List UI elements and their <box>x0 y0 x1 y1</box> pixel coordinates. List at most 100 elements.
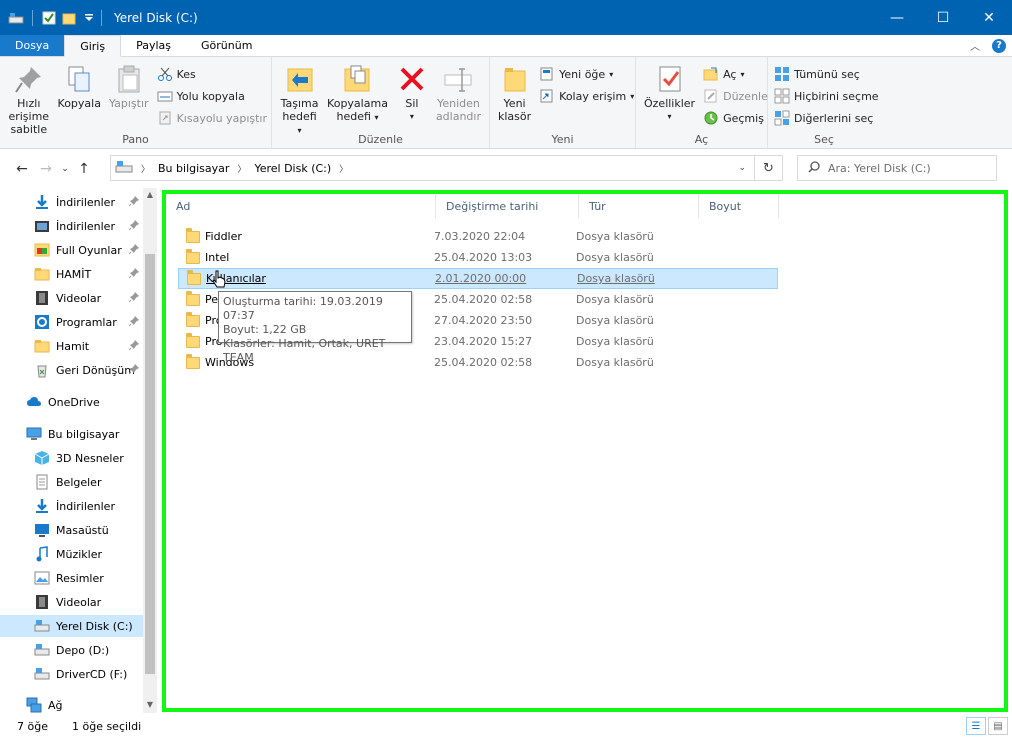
nav-item[interactable]: Müzikler <box>0 543 143 565</box>
delete-x-icon <box>396 63 428 95</box>
address-dropdown-icon[interactable]: ⌄ <box>738 163 746 173</box>
nav-item[interactable]: İndirilenler <box>0 495 143 517</box>
paste-shortcut-icon <box>157 110 173 126</box>
edit-label: Düzenle <box>723 89 768 103</box>
refresh-button[interactable]: ↻ <box>755 155 783 181</box>
tab-view[interactable]: Görünüm <box>186 35 267 56</box>
file-date: 23.04.2020 15:27 <box>434 335 533 348</box>
minimize-button[interactable]: — <box>874 0 920 35</box>
close-button[interactable]: ✕ <box>966 0 1012 35</box>
nav-item[interactable]: Masaüstü <box>0 519 143 541</box>
select-all-button[interactable]: Tümünü seç <box>774 65 879 83</box>
nav-item[interactable]: Ağ <box>0 694 143 713</box>
file-date: 25.04.2020 02:58 <box>434 293 533 306</box>
file-type: Dosya klasörü <box>577 272 655 285</box>
edit-button[interactable]: Düzenle <box>703 87 768 105</box>
folder-icon <box>186 227 200 243</box>
nav-item[interactable]: İndirilenler <box>0 215 143 237</box>
scroll-up-icon[interactable]: ▲ <box>143 190 157 199</box>
tab-share[interactable]: Paylaş <box>121 35 186 56</box>
properties-check-icon[interactable] <box>41 10 57 26</box>
breadcrumb-chevron-icon[interactable]: 〉 <box>237 162 246 175</box>
nav-item[interactable]: Resimler <box>0 567 143 589</box>
nav-item-label: İndirilenler <box>56 195 115 209</box>
nav-item-label: Bu bilgisayar <box>48 427 120 441</box>
maximize-button[interactable]: ☐ <box>920 0 966 35</box>
open-button[interactable]: Aç ▾ <box>703 65 768 83</box>
column-header-type[interactable]: Tür <box>579 194 699 218</box>
column-header-name[interactable]: Ad <box>166 194 436 218</box>
cut-button[interactable]: Kes <box>157 65 267 83</box>
search-placeholder: Ara: Yerel Disk (C:) <box>828 161 931 175</box>
file-date: 7.03.2020 22:04 <box>434 230 526 243</box>
help-icon[interactable]: ? <box>992 38 1006 53</box>
column-header-date[interactable]: Değiştirme tarihi <box>436 194 579 218</box>
details-view-icon[interactable]: ☰ <box>966 717 986 735</box>
copy-icon <box>63 63 95 95</box>
easy-access-button[interactable]: Kolay erişim ▾ <box>539 87 634 105</box>
nav-item-label: 3D Nesneler <box>56 451 124 465</box>
nav-item[interactable]: Geri Dönüşüm <box>0 359 143 381</box>
address-bar[interactable]: 〉 Bu bilgisayar 〉 Yerel Disk (C:) 〉 ⌄ <box>110 155 755 181</box>
tab-file[interactable]: Dosya <box>0 35 65 56</box>
pin-icon <box>128 195 139 209</box>
nav-item[interactable]: Belgeler <box>0 471 143 493</box>
nav-item[interactable]: Depo (D:) <box>0 639 143 661</box>
file-list-pane[interactable]: Ad Değiştirme tarihi Tür Boyut Fiddler 7.… <box>162 190 1008 712</box>
nav-item[interactable]: 3D Nesneler <box>0 447 143 469</box>
ribbon: Hızlı erişime sabitle Kopyala Yapıştır K… <box>0 57 1012 149</box>
nav-item[interactable]: İndirilenler <box>0 191 143 213</box>
cut-label: Kes <box>176 67 196 81</box>
nav-item-label: Yerel Disk (C:) <box>56 619 133 633</box>
column-header-size[interactable]: Boyut <box>699 194 779 218</box>
customize-qat-dropdown-icon[interactable] <box>81 10 97 26</box>
select-none-button[interactable]: Hiçbirini seçme <box>774 87 879 105</box>
ribbon-group-new: Yeni klasör Yeni öğe ▾ Kolay erişim ▾ Ye… <box>490 57 636 149</box>
drive-icon <box>34 642 50 658</box>
nav-item[interactable]: Full Oyunlar <box>0 239 143 261</box>
move-to-label-line2: hedefi <box>282 110 317 123</box>
back-arrow-icon[interactable]: ← <box>10 161 34 177</box>
nav-item[interactable]: Hamit <box>0 335 143 357</box>
table-row[interactable]: Intel 25.04.2020 13:03 Dosya klasörü <box>178 247 778 268</box>
search-icon <box>808 160 820 176</box>
breadcrumb-local-disk[interactable]: Yerel Disk (C:) <box>254 162 331 175</box>
nav-item[interactable]: Videolar <box>0 591 143 613</box>
scroll-down-icon[interactable]: ▼ <box>143 700 157 709</box>
new-item-button[interactable]: Yeni öğe ▾ <box>539 65 634 83</box>
file-type: Dosya klasörü <box>576 251 654 264</box>
minimize-ribbon-icon[interactable]: ︿ <box>970 38 980 53</box>
large-icons-view-icon[interactable]: ▤ <box>988 717 1008 735</box>
table-row[interactable]: Fiddler 7.03.2020 22:04 Dosya klasörü <box>178 226 778 247</box>
search-box[interactable]: Ara: Yerel Disk (C:) <box>797 155 997 181</box>
breadcrumb-this-pc[interactable]: Bu bilgisayar <box>158 162 229 175</box>
nav-scrollbar[interactable]: ▲ ▼ <box>143 188 157 713</box>
invert-selection-button[interactable]: Diğerlerini seç <box>774 109 879 127</box>
history-button[interactable]: Geçmiş <box>703 109 768 127</box>
copy-path-button[interactable]: Yolu kopyala <box>157 87 267 105</box>
breadcrumb-chevron-icon[interactable]: 〉 <box>339 162 348 175</box>
tab-home[interactable]: Giriş <box>64 35 122 57</box>
nav-item[interactable]: Programlar <box>0 311 143 333</box>
table-row[interactable]: Kullanıcılar 2.01.2020 00:00 Dosya klasörü <box>178 268 778 289</box>
folder-icon <box>34 338 50 354</box>
quick-access-toolbar <box>0 9 97 26</box>
folder-icon <box>186 353 200 369</box>
forward-arrow-icon[interactable]: → <box>34 161 58 177</box>
nav-item[interactable]: OneDrive <box>0 391 143 413</box>
nav-item[interactable]: Bu bilgisayar <box>0 423 143 445</box>
file-type: Dosya klasörü <box>576 314 654 327</box>
nav-item[interactable]: Videolar <box>0 287 143 309</box>
nav-scroll-thumb[interactable] <box>145 254 155 674</box>
group-label-open: Aç <box>694 133 709 146</box>
nav-item[interactable]: Yerel Disk (C:) <box>0 615 143 637</box>
nav-item[interactable]: DriverCD (F:) <box>0 663 143 685</box>
nav-item[interactable]: HAMİT <box>0 263 143 285</box>
picture-icon <box>34 570 50 586</box>
hand-cursor-icon <box>212 270 226 288</box>
recent-locations-chevron-icon[interactable]: ⌄ <box>58 164 72 174</box>
paste-shortcut-button[interactable]: Kısayolu yapıştır <box>157 109 267 127</box>
new-folder-icon[interactable] <box>61 10 77 26</box>
up-arrow-icon[interactable]: ↑ <box>72 161 96 177</box>
breadcrumb-chevron-icon[interactable]: 〉 <box>141 162 150 175</box>
